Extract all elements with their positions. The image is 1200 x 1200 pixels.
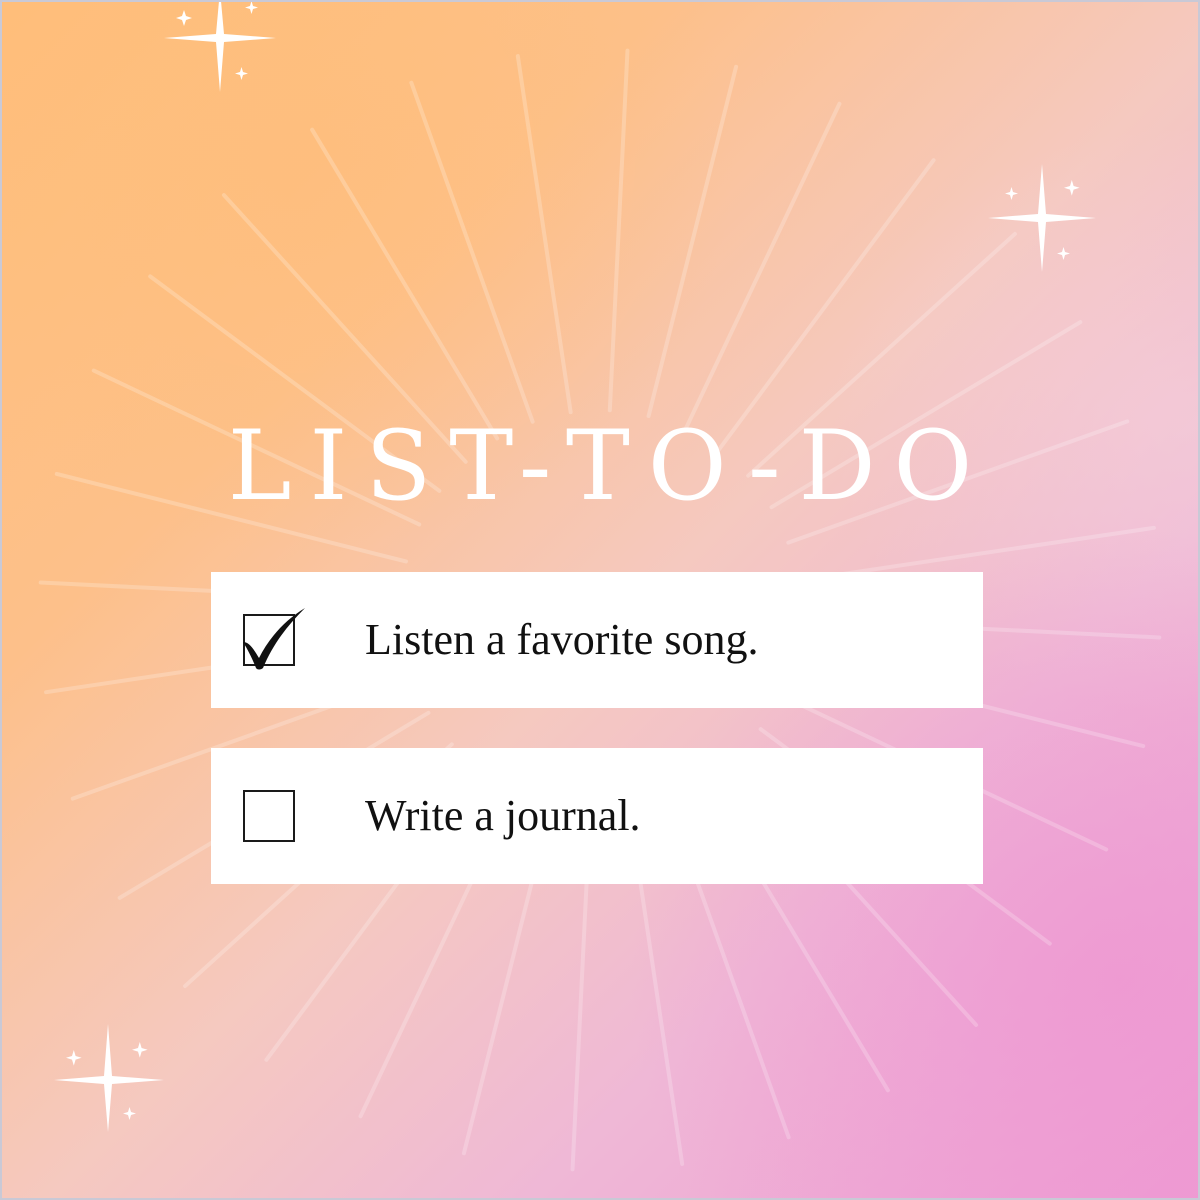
page-title: LIST-TO-DO [227,410,991,522]
todo-graphic: LIST-TO-DO Listen a favorite song. Write… [0,0,1200,1200]
task-item[interactable]: Listen a favorite song. [211,572,983,708]
task-item[interactable]: Write a journal. [211,748,983,884]
empty-checkbox-icon[interactable] [243,790,295,842]
checkmark-icon [243,608,305,670]
sunburst-ray [607,48,630,413]
sparkle-icon [164,0,276,92]
sunburst-ray [646,64,739,418]
sparkle-icon [988,164,1096,272]
sparkle-icon [54,1024,164,1132]
task-label: Listen a favorite song. [365,615,759,664]
sunburst-ray [683,101,842,432]
task-label: Write a journal. [365,791,641,840]
sunburst-ray [409,80,535,424]
sunburst-ray [515,54,573,415]
